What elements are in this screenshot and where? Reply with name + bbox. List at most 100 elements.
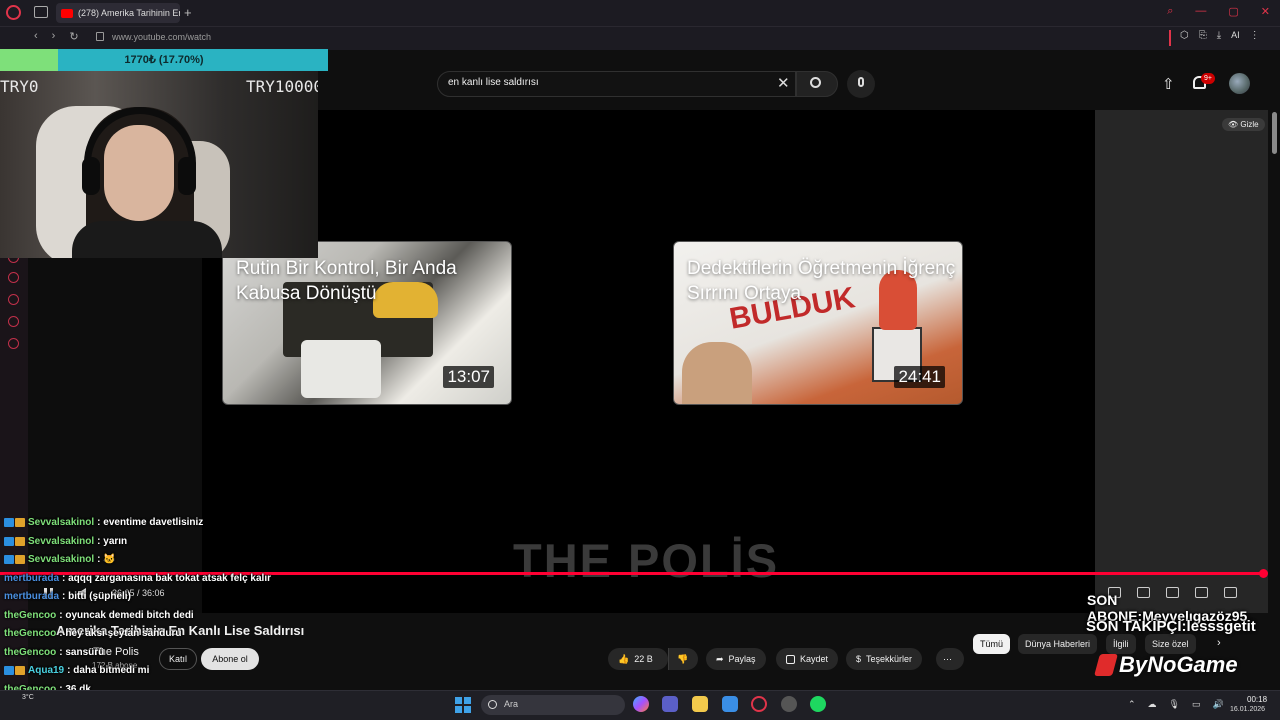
chat-badges [4,536,25,546]
chip-related[interactable]: İlgili [1106,634,1136,654]
card-thumbnail-door [301,340,381,398]
url-field[interactable]: www.youtube.com/watch [112,32,211,42]
thanks-label: Teşekkürler [866,654,913,664]
maximize-icon[interactable]: ▢ [1228,5,1238,18]
end-card-title: Dedektiflerin Öğretmenin İğrenç Sırrını … [687,258,956,304]
bynogame-logo-icon [1094,654,1118,676]
close-icon[interactable]: ✕ [1261,5,1270,18]
tab-islands-icon[interactable] [34,6,48,18]
spotify-icon[interactable] [810,696,826,712]
save-button[interactable]: Kaydet [776,648,839,670]
account-avatar[interactable] [1229,73,1250,94]
chip-for-you[interactable]: Size özel [1145,634,1196,654]
address-separator [1169,30,1171,46]
reload-icon[interactable]: ↻ [69,30,78,43]
teams-icon[interactable] [662,696,678,712]
share-arrow-icon: ➦ [716,653,724,664]
more-actions-button[interactable]: ⋯ [936,648,964,670]
microphone-icon[interactable] [858,77,864,87]
chips-next-chevron-icon[interactable]: › [1217,637,1221,649]
chat-text: : daha bitmedi mi [67,665,150,676]
chat-text: : hey aksi şeytan sanduru [59,628,182,639]
chat-badges [4,555,25,564]
minimize-icon[interactable]: — [1195,5,1206,18]
clear-search-icon[interactable]: ✕ [777,74,790,92]
clock-time[interactable]: 00:18 [1247,695,1267,704]
chat-username: Sevvalsakinol [28,517,95,528]
end-card-video-2[interactable]: BULDUK Dedektiflerin Öğretmenin İğrenç S… [673,241,963,405]
sidebar-bookmark-icon[interactable] [8,272,19,283]
save-label: Kaydet [800,654,829,664]
back-arrow-icon[interactable]: ‹ [34,30,38,43]
last-follower: SON TAKİPÇİ:lesssgetit [1086,618,1256,635]
like-button[interactable]: 👍 22 B [608,648,668,670]
tray-chevron-icon[interactable]: ⌃ [1128,699,1136,710]
chip-world-news[interactable]: Dünya Haberleri [1018,634,1098,654]
join-button[interactable]: Katıl [159,648,197,670]
share-button[interactable]: ➦ Paylaş [706,648,766,670]
chat-text: : aqqq zarganasına bak tokat atsak felç … [62,572,271,584]
menu-icon[interactable]: ⋮ [1250,30,1260,41]
thumbs-up-icon: 👍 [618,653,630,664]
tray-volume-icon[interactable]: 🔊 [1213,699,1224,710]
progress-scrubber-handle[interactable] [1258,569,1268,578]
end-card-duration: 13:07 [443,366,494,388]
sidebar-history-icon[interactable] [8,294,19,305]
share-label: Paylaş [728,654,756,664]
weather-widget[interactable]: 3°C [22,694,34,701]
taskbar-search-box[interactable] [481,695,625,715]
moderator-badge-icon [4,555,14,564]
subscriber-badge-icon [15,518,25,527]
search-icon[interactable] [488,700,497,709]
forward-arrow-icon[interactable]: › [52,30,56,43]
goal-min-label: TRY0 [0,77,39,96]
card-thumbnail-woman [682,342,752,404]
moderator-badge-icon [4,518,14,527]
chat-message: Sevvalsakinol: eventime davetlisiniz [4,517,203,528]
search-tabs-icon[interactable]: ⌕ [1167,5,1173,18]
search-icon[interactable] [810,77,821,88]
chat-username: mertburada [4,572,60,584]
chip-all[interactable]: Tümü [973,634,1011,654]
copilot-icon[interactable] [633,696,649,712]
app-taskbar-icon[interactable] [781,696,797,712]
lock-icon[interactable] [96,32,104,41]
headphone-cup-right [178,157,196,195]
windows-start-icon[interactable] [455,697,471,713]
sidebar-extensions-icon[interactable] [8,316,19,327]
scrollbar-thumb[interactable] [1272,112,1277,154]
download-icon[interactable]: ⤓ [1217,30,1221,41]
tray-mic-icon[interactable]: 🎙 [1169,699,1180,710]
moderator-badge-icon [4,666,14,675]
taskbar-search-placeholder[interactable]: Ara [504,699,518,709]
snapshot-icon[interactable]: ⎘ [1199,30,1207,41]
hide-ad-button[interactable]: 👁 Gizle [1222,118,1265,131]
tray-cloud-icon[interactable]: ☁ [1148,699,1157,710]
search-query[interactable]: en kanlı lise saldırısı [448,77,539,88]
webcam-shirt [72,221,222,258]
thanks-button[interactable]: $ Teşekkürler [846,648,923,670]
chat-badges [4,518,25,527]
extensions-icon[interactable]: ⬡ [1180,30,1189,41]
end-card-duration: 24:41 [894,366,945,388]
opera-logo-icon[interactable] [6,5,21,20]
dislike-button[interactable]: 👎 [668,648,698,670]
youtube-favicon-icon [61,8,73,18]
like-count: 22 B [634,654,653,664]
browser-tab-active[interactable]: (278) Amerika Tarihinin En [56,3,180,23]
hide-label: Gizle [1240,120,1259,129]
moderator-badge-icon [4,536,14,546]
clock-date[interactable]: 16.01.2026 [1230,706,1265,713]
upload-icon[interactable]: ⇧ [1162,75,1175,93]
channel-watermark: THE POLİS [513,534,780,587]
tab-title: (278) Amerika Tarihinin En [78,8,180,18]
file-explorer-icon[interactable] [692,696,708,712]
opera-taskbar-icon[interactable] [751,696,767,712]
ai-button[interactable]: AI [1231,30,1240,41]
sidebar-settings-icon[interactable] [8,338,19,349]
new-tab-button[interactable]: + [184,5,192,20]
tray-display-icon[interactable]: ▭ [1192,699,1201,710]
end-card-video-1[interactable]: Rutin Bir Kontrol, Bir Anda Kabusa Dönüş… [222,241,512,405]
todo-icon[interactable] [722,696,738,712]
subscribe-button[interactable]: Abone ol [201,648,259,670]
